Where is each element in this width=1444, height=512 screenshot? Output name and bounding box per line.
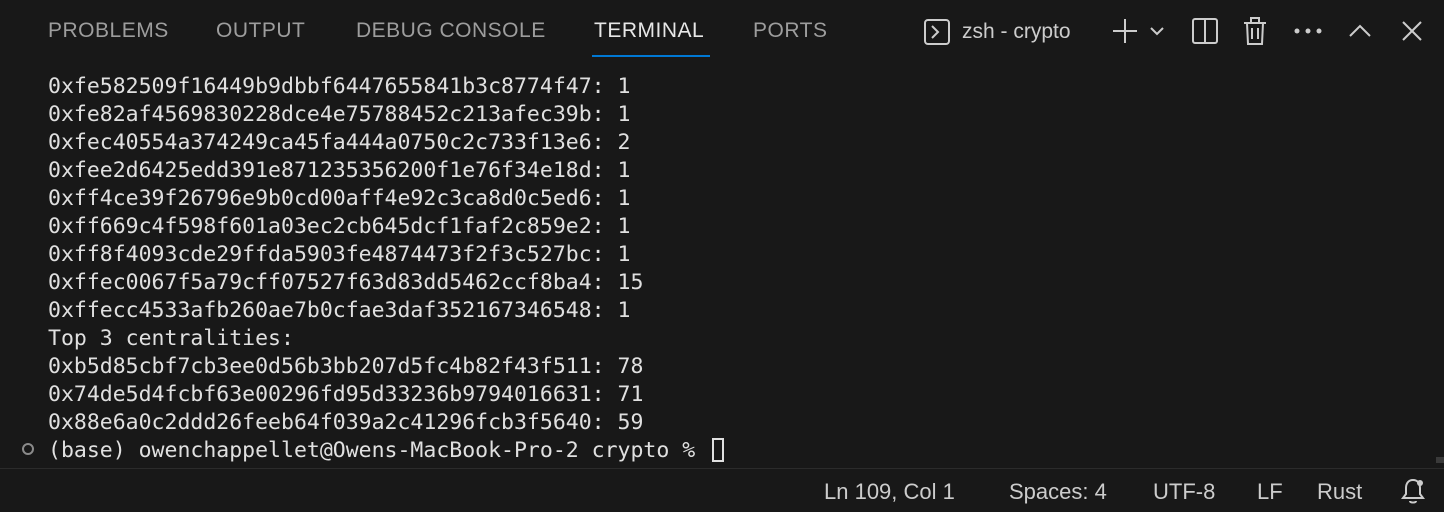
terminal-line: 0xb5d85cbf7cb3ee0d56b3bb207d5fc4b82f43f5… xyxy=(48,354,644,379)
prompt-text: (base) owenchappellet@Owens-MacBook-Pro-… xyxy=(48,438,709,463)
notifications-bell-icon[interactable] xyxy=(1400,477,1426,511)
terminal-line: 0xff669c4f598f601a03ec2cb645dcf1faf2c859… xyxy=(48,214,631,239)
terminal-line: 0xfec40554a374249ca45fa444a0750c2c733f13… xyxy=(48,130,631,155)
terminal-line: 0x74de5d4fcbf63e00296fd95d33236b97940166… xyxy=(48,382,644,407)
chevron-up-icon xyxy=(1349,24,1371,38)
kill-terminal-button[interactable] xyxy=(1239,15,1271,47)
tab-problems[interactable]: PROBLEMS xyxy=(48,18,169,44)
close-panel-button[interactable] xyxy=(1396,15,1428,47)
maximize-panel-button[interactable] xyxy=(1344,15,1376,47)
terminal-line: 0xffecc4533afb260ae7b0cfae3daf3521673465… xyxy=(48,298,631,323)
plus-icon xyxy=(1111,17,1139,45)
ellipsis-icon xyxy=(1294,27,1322,35)
tab-output[interactable]: OUTPUT xyxy=(216,18,305,44)
terminal-line: Top 3 centralities: xyxy=(48,326,294,351)
more-actions-button[interactable] xyxy=(1292,15,1324,47)
terminal-line: 0xfee2d6425edd391e871235356200f1e76f34e1… xyxy=(48,158,631,183)
encoding[interactable]: UTF-8 xyxy=(1153,479,1215,505)
scrollbar[interactable] xyxy=(1436,457,1444,463)
cursor xyxy=(712,438,725,462)
cursor-position[interactable]: Ln 109, Col 1 xyxy=(824,479,955,505)
split-icon xyxy=(1192,18,1218,44)
terminal-selector[interactable]: zsh - crypto xyxy=(924,17,1071,47)
status-bar: Ln 109, Col 1 Spaces: 4 UTF-8 LF Rust xyxy=(0,468,1444,512)
terminal-line: 0x88e6a0c2ddd26feeb64f039a2c41296fcb3f56… xyxy=(48,410,644,435)
close-icon xyxy=(1402,21,1422,41)
end-of-line[interactable]: LF xyxy=(1257,479,1283,505)
terminal-line: 0xfe82af4569830228dce4e75788452c213afec3… xyxy=(48,102,631,127)
tab-debug-console[interactable]: DEBUG CONSOLE xyxy=(356,18,546,44)
panel-header: PROBLEMS OUTPUT DEBUG CONSOLE TERMINAL P… xyxy=(0,0,1444,64)
indentation[interactable]: Spaces: 4 xyxy=(1009,479,1107,505)
active-tab-indicator xyxy=(592,55,710,57)
terminal-line: 0xff8f4093cde29ffda5903fe4874473f2f3c527… xyxy=(48,242,631,267)
prompt-line[interactable]: (base) owenchappellet@Owens-MacBook-Pro-… xyxy=(48,437,725,465)
terminal-dropdown-button[interactable] xyxy=(1143,15,1171,47)
terminal-line: 0xfe582509f16449b9dbbf6447655841b3c8774f… xyxy=(48,74,631,99)
terminal-line: 0xffec0067f5a79cff07527f63d83dd5462ccf8b… xyxy=(48,270,644,295)
new-terminal-button[interactable] xyxy=(1109,15,1141,47)
chevron-down-icon xyxy=(1149,23,1165,39)
split-terminal-button[interactable] xyxy=(1189,15,1221,47)
command-decoration-icon[interactable] xyxy=(22,443,34,455)
terminal-output[interactable]: 0xfe582509f16449b9dbbf6447655841b3c8774f… xyxy=(0,64,1444,466)
terminal-icon xyxy=(924,19,950,45)
tab-terminal[interactable]: TERMINAL xyxy=(594,18,704,44)
trash-icon xyxy=(1243,17,1267,45)
language-mode[interactable]: Rust xyxy=(1317,479,1362,505)
terminal-name: zsh - crypto xyxy=(962,20,1071,43)
terminal-line: 0xff4ce39f26796e9b0cd00aff4e92c3ca8d0c5e… xyxy=(48,186,631,211)
tab-ports[interactable]: PORTS xyxy=(753,18,827,44)
